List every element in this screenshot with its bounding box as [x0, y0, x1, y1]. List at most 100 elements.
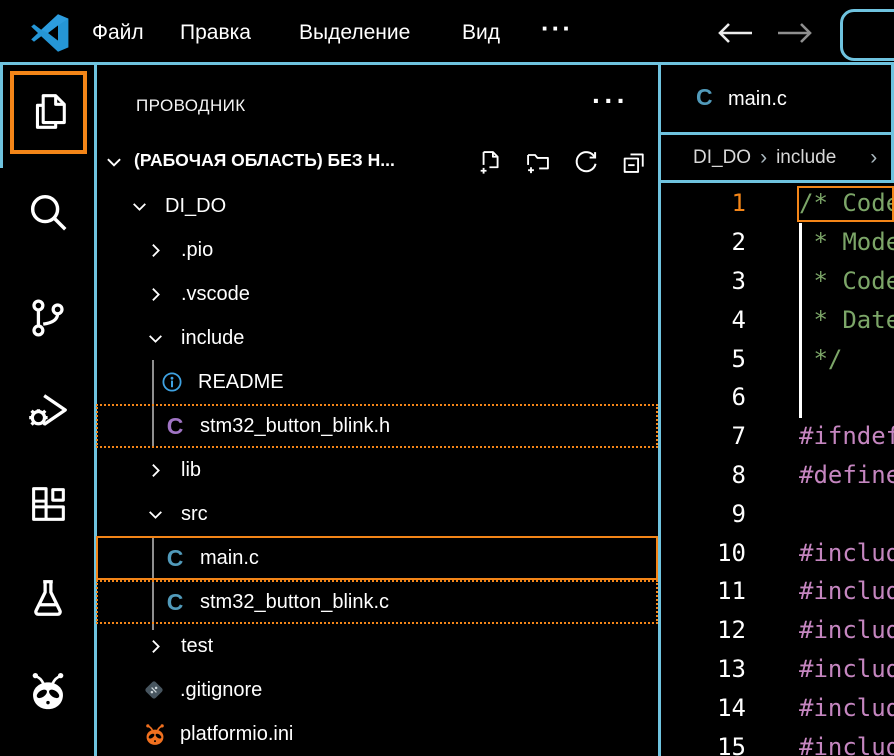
code-line[interactable]: 11 #include	[660, 572, 894, 611]
tree-item-label: platformio.ini	[180, 723, 293, 746]
tree-item-platformio-ini[interactable]: platformio.ini	[96, 712, 658, 756]
line-number: 1	[660, 189, 746, 217]
testing-flask-icon[interactable]	[25, 575, 71, 621]
line-number: 11	[660, 577, 746, 605]
breadcrumb: DI_DO › include ›	[660, 136, 894, 180]
breadcrumb-item[interactable]: include	[776, 147, 836, 169]
tree-item-label: .gitignore	[180, 679, 262, 702]
explorer-tree: DI_DO .pio .vscode include README C stm3…	[96, 184, 658, 756]
menu-more-icon[interactable]: ···	[541, 13, 573, 44]
code-line[interactable]: 3 * Code	[660, 262, 894, 301]
code-text: */	[799, 345, 842, 373]
code-text: #include	[799, 733, 894, 756]
code-line[interactable]: 8#define	[660, 456, 894, 495]
tree-item-main-c[interactable]: C main.c	[96, 536, 658, 580]
command-center-searchbox[interactable]	[840, 9, 894, 61]
workspace-chevron-down-icon[interactable]	[104, 152, 124, 172]
code-text: #include	[799, 539, 894, 567]
line-number: 7	[660, 422, 746, 450]
collapse-all-icon[interactable]	[620, 148, 648, 176]
tree-item-src[interactable]: src	[96, 492, 658, 536]
tree-item-test[interactable]: test	[96, 624, 658, 668]
tree-item-di-do[interactable]: DI_DO	[96, 184, 658, 228]
code-line[interactable]: 14 #include	[660, 688, 894, 727]
code-text: #include	[799, 694, 894, 722]
line-number: 13	[660, 655, 746, 683]
tree-item-label: .pio	[181, 239, 213, 262]
c-file-icon: C	[162, 547, 188, 570]
refresh-icon[interactable]	[572, 148, 600, 176]
breadcrumb-item[interactable]: DI_DO	[693, 147, 751, 169]
tree-item-gitignore[interactable]: .gitignore	[96, 668, 658, 712]
menu-view[interactable]: Вид	[462, 21, 500, 45]
menu-file[interactable]: Файл	[92, 21, 144, 45]
platformio-ant-icon[interactable]	[25, 667, 71, 713]
code-line[interactable]: 9	[660, 494, 894, 533]
workspace-section-label[interactable]: (РАБОЧАЯ ОБЛАСТЬ) БЕЗ Н...	[134, 150, 395, 171]
code-line[interactable]: 5 */	[660, 339, 894, 378]
line-number: 6	[660, 383, 746, 411]
tab-c-file-icon: C	[696, 86, 713, 109]
code-line[interactable]: 2 * Mode	[660, 223, 894, 262]
tree-item-label: lib	[181, 459, 201, 482]
breadcrumb-separator-icon: ›	[760, 146, 767, 170]
tree-item-pio[interactable]: .pio	[96, 228, 658, 272]
code-text: * Code	[799, 267, 894, 295]
tree-item-label: README	[198, 371, 284, 394]
nav-forward-icon[interactable]	[774, 20, 816, 46]
line-number: 14	[660, 694, 746, 722]
code-editor[interactable]: 1/* Code 2 * Mode 3 * Code 4 * Date 5 */…	[660, 184, 894, 756]
breadcrumb-separator-icon: ›	[870, 146, 877, 170]
run-debug-icon[interactable]	[25, 387, 71, 433]
new-folder-icon[interactable]	[524, 148, 552, 176]
line-number: 5	[660, 345, 746, 373]
code-text: * Mode	[799, 228, 894, 256]
line-number: 10	[660, 539, 746, 567]
code-line[interactable]: 12#include	[660, 611, 894, 650]
code-line[interactable]: 15 #include	[660, 727, 894, 756]
code-line[interactable]: 13#include	[660, 650, 894, 689]
vscode-logo	[27, 13, 73, 53]
tabbar-bottom-border	[661, 132, 894, 135]
chevron-right-icon	[146, 637, 165, 656]
sidebar-more-icon[interactable]: ···	[592, 85, 629, 117]
line-number: 15	[660, 733, 746, 756]
new-file-icon[interactable]	[476, 148, 504, 176]
chevron-down-icon	[130, 197, 149, 216]
code-line[interactable]: 4 * Date	[660, 300, 894, 339]
chevron-down-icon	[146, 505, 165, 524]
active-line-border	[797, 186, 894, 222]
tree-item-label: .vscode	[181, 283, 250, 306]
code-line[interactable]: 6	[660, 378, 894, 417]
git-branch-icon[interactable]	[25, 295, 71, 341]
explorer-files-icon[interactable]	[25, 89, 71, 135]
tree-item-stm32-button-blink-h[interactable]: C stm32_button_blink.h	[96, 404, 658, 448]
code-line[interactable]: 7#ifndef	[660, 417, 894, 456]
nav-back-icon[interactable]	[714, 20, 756, 46]
tree-item-vscode[interactable]: .vscode	[96, 272, 658, 316]
line-number: 4	[660, 306, 746, 334]
line-number: 8	[660, 461, 746, 489]
tree-item-label: include	[181, 327, 244, 350]
tree-item-label: stm32_button_blink.h	[200, 415, 390, 438]
breadcrumb-bottom-border	[661, 180, 894, 183]
tree-item-label: test	[181, 635, 213, 658]
editor-indent-guide	[799, 223, 802, 418]
activitybar-left-border	[0, 65, 3, 168]
git-icon	[142, 678, 168, 702]
tree-item-stm32-button-blink-c[interactable]: C stm32_button_blink.c	[96, 580, 658, 624]
menu-selection[interactable]: Выделение	[299, 21, 410, 45]
platformio-icon	[142, 721, 168, 747]
code-line[interactable]: 10 #include	[660, 533, 894, 572]
code-text: #include	[799, 577, 894, 605]
extensions-icon[interactable]	[25, 481, 71, 527]
tree-item-readme[interactable]: README	[96, 360, 658, 404]
tree-item-include[interactable]: include	[96, 316, 658, 360]
tab-main-c[interactable]: main.c	[728, 88, 787, 111]
menu-edit[interactable]: Правка	[180, 21, 251, 45]
search-icon[interactable]	[25, 189, 71, 235]
tree-item-lib[interactable]: lib	[96, 448, 658, 492]
line-number: 3	[660, 267, 746, 295]
chevron-right-icon	[146, 285, 165, 304]
vscode-window: Файл Правка Выделение Вид ···	[0, 0, 894, 756]
